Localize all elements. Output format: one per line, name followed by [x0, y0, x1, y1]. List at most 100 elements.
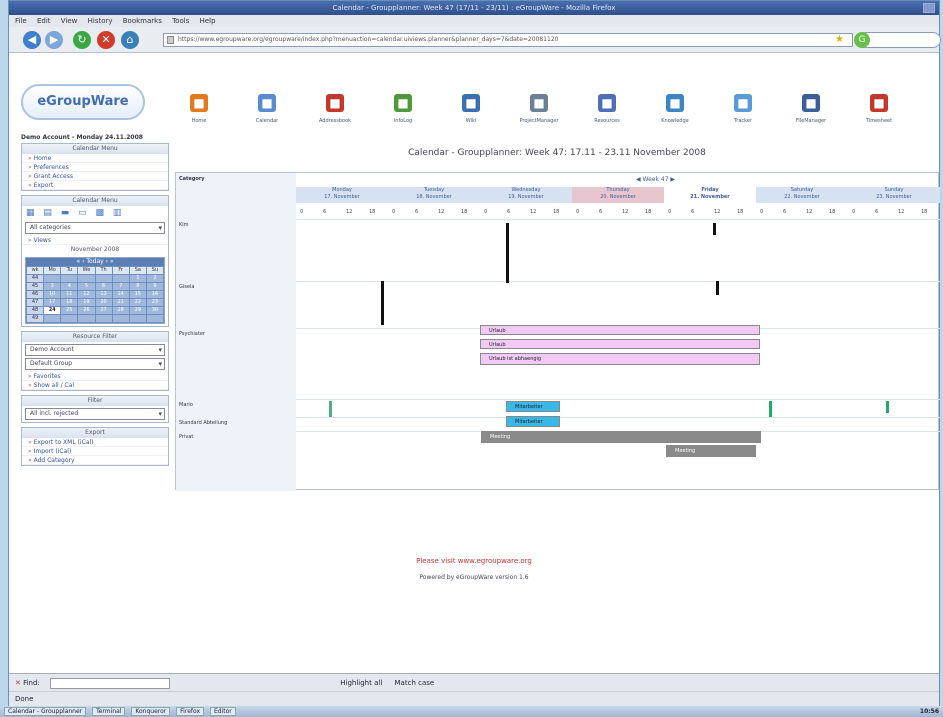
- url-bar[interactable]: https://www.egroupware.org/egroupware/in…: [163, 33, 853, 47]
- mini-calendar-day[interactable]: [61, 275, 78, 282]
- calendar-event[interactable]: Mitarbeiter: [506, 401, 560, 412]
- mini-calendar-week[interactable]: 47: [27, 299, 44, 306]
- sidebar-link-grant-access[interactable]: Grant Access: [22, 172, 168, 181]
- taskbar-item[interactable]: Calendar - Groupplanner: [4, 707, 87, 716]
- resource-row-label[interactable]: Mario: [176, 399, 296, 417]
- event-marker[interactable]: [716, 281, 719, 295]
- mini-calendar-day[interactable]: 8: [129, 283, 146, 290]
- mini-calendar-day[interactable]: 23: [146, 299, 163, 306]
- calendar-event[interactable]: Urlaub ist abhaengig: [480, 353, 760, 365]
- mini-calendar-day[interactable]: [112, 275, 129, 282]
- sidebar-link-show-all[interactable]: Show all / Cal: [22, 381, 168, 390]
- mini-calendar-day[interactable]: 1: [129, 275, 146, 282]
- mini-calendar-day[interactable]: 17: [44, 299, 61, 306]
- sidebar-link-export-ical[interactable]: Export to XML (iCal): [22, 438, 168, 447]
- day-header[interactable]: Tuesday 18. November: [388, 187, 480, 203]
- mini-calendar-day[interactable]: 29: [129, 307, 146, 314]
- mini-calendar-day[interactable]: 20: [95, 299, 112, 306]
- mini-calendar-day[interactable]: 27: [95, 307, 112, 314]
- event-marker[interactable]: [713, 223, 716, 235]
- menu-history[interactable]: History: [88, 17, 113, 25]
- highlight-all-button[interactable]: Highlight all: [340, 679, 382, 687]
- resource-row-label[interactable]: Kim: [176, 219, 296, 281]
- mini-calendar-day[interactable]: 7: [112, 283, 129, 290]
- mini-calendar-day[interactable]: 12: [78, 291, 95, 298]
- window-close-button[interactable]: [923, 3, 935, 13]
- mini-calendar-day[interactable]: [44, 315, 61, 322]
- filter-select[interactable]: All incl. rejected: [25, 408, 165, 420]
- search-engine-icon[interactable]: G: [854, 32, 870, 48]
- mini-calendar-day[interactable]: 24: [44, 307, 61, 314]
- app-wiki[interactable]: ■ Wiki: [441, 94, 501, 124]
- find-input[interactable]: [50, 677, 171, 689]
- calendar-event[interactable]: Urlaub: [480, 325, 760, 335]
- mini-calendar-week[interactable]: 48: [27, 307, 44, 314]
- mini-calendar-day[interactable]: [78, 315, 95, 322]
- day-header[interactable]: Wednesday 19. November: [480, 187, 572, 203]
- sidebar-link-favorites[interactable]: Favorites: [22, 372, 168, 381]
- sidebar-link-import-ical[interactable]: Import (iCal): [22, 447, 168, 456]
- mini-calendar-day[interactable]: 25: [61, 307, 78, 314]
- star-icon[interactable]: ★: [835, 34, 844, 45]
- close-icon[interactable]: ✕: [15, 679, 23, 687]
- app-home[interactable]: ■ Home: [169, 94, 229, 124]
- calendar-event[interactable]: Urlaub: [480, 339, 760, 349]
- menu-help[interactable]: Help: [200, 17, 216, 25]
- menu-edit[interactable]: Edit: [37, 17, 51, 25]
- mini-calendar-day[interactable]: [95, 315, 112, 322]
- event-marker[interactable]: [506, 223, 509, 283]
- mini-calendar-day[interactable]: 14: [112, 291, 129, 298]
- mini-calendar-day[interactable]: 9: [146, 283, 163, 290]
- day-header[interactable]: Saturday 22. November: [756, 187, 848, 203]
- menu-view[interactable]: View: [61, 17, 78, 25]
- taskbar-item[interactable]: Editor: [209, 707, 236, 716]
- mini-calendar-week[interactable]: 49: [27, 315, 44, 322]
- calendar-event[interactable]: Mitarbeiter: [506, 416, 560, 427]
- sidebar-link-preferences[interactable]: Preferences: [22, 163, 168, 172]
- mini-calendar-day[interactable]: 21: [112, 299, 129, 306]
- taskbar-item[interactable]: Firefox: [176, 707, 205, 716]
- app-resources[interactable]: ■ Resources: [577, 94, 637, 124]
- app-filemanager[interactable]: ■ FileManager: [781, 94, 841, 124]
- resource-row-label[interactable]: Gisela: [176, 281, 296, 328]
- forward-button[interactable]: ▶: [45, 31, 63, 49]
- mini-calendar-day[interactable]: [44, 275, 61, 282]
- menu-file[interactable]: File: [15, 17, 27, 25]
- group-select[interactable]: Default Group: [25, 358, 165, 370]
- mini-calendar-day[interactable]: 18: [61, 299, 78, 306]
- view-icons[interactable]: ▦ ▤ ▬ ▭ ▩ ▥: [22, 206, 168, 220]
- day-header[interactable]: Friday 21. November: [664, 187, 756, 203]
- sidebar-link-home[interactable]: Home: [22, 154, 168, 163]
- menu-bookmarks[interactable]: Bookmarks: [123, 17, 162, 25]
- calendar-event[interactable]: Meeting: [666, 445, 756, 457]
- app-timesheet[interactable]: ■ Timesheet: [849, 94, 909, 124]
- search-box[interactable]: G: [854, 32, 941, 48]
- sidebar-link-views[interactable]: Views: [22, 236, 168, 245]
- home-button[interactable]: ⌂: [121, 31, 139, 49]
- category-select[interactable]: All categories: [25, 222, 165, 234]
- menu-tools[interactable]: Tools: [172, 17, 189, 25]
- mini-calendar-day[interactable]: 5: [78, 283, 95, 290]
- mini-calendar-day[interactable]: 26: [78, 307, 95, 314]
- egroupware-logo[interactable]: eGroupWare: [21, 84, 145, 120]
- day-header[interactable]: Monday 17. November: [296, 187, 388, 203]
- week-nav[interactable]: ◀ Week 47 ▶: [636, 176, 675, 183]
- app-projectmanager[interactable]: ■ ProjectManager: [509, 94, 569, 124]
- mini-calendar-day[interactable]: [146, 315, 163, 322]
- event-marker[interactable]: [886, 401, 889, 413]
- sidebar-link-export[interactable]: Export: [22, 181, 168, 190]
- resource-row-label[interactable]: Privat: [176, 431, 296, 491]
- resource-row-label[interactable]: Psychiater: [176, 328, 296, 399]
- mini-calendar-week[interactable]: 44: [27, 275, 44, 282]
- app-calendar[interactable]: ■ Calendar: [237, 94, 297, 124]
- mini-calendar-day[interactable]: 11: [61, 291, 78, 298]
- resource-row-label[interactable]: Standard Abteilung: [176, 417, 296, 431]
- calendar-event[interactable]: Meeting: [481, 431, 761, 443]
- mini-calendar-day[interactable]: 13: [95, 291, 112, 298]
- day-header[interactable]: Sunday 23. November: [848, 187, 940, 203]
- mini-calendar-day[interactable]: [61, 315, 78, 322]
- user-select[interactable]: Demo Account: [25, 344, 165, 356]
- mini-calendar-week[interactable]: 46: [27, 291, 44, 298]
- event-marker[interactable]: [381, 281, 384, 325]
- mini-calendar-day[interactable]: [129, 315, 146, 322]
